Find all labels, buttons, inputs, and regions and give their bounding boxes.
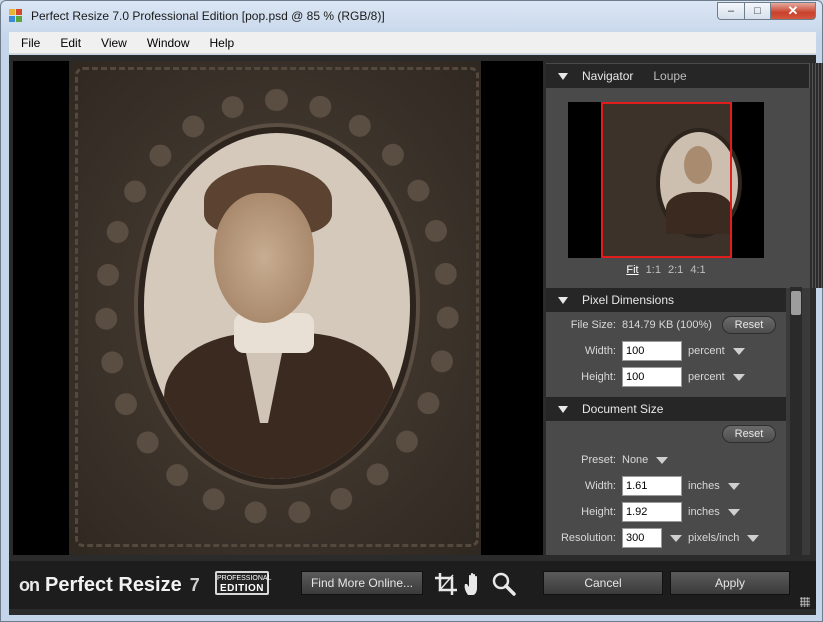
zoom-2-1[interactable]: 2:1 xyxy=(668,264,683,276)
resolution-input[interactable]: 300 xyxy=(622,528,662,548)
close-button[interactable]: ✕ xyxy=(770,2,816,20)
settings-panels: Pixel Dimensions File Size: 814.79 KB (1… xyxy=(546,287,786,555)
chevron-down-icon[interactable] xyxy=(727,508,740,516)
preset-label: Preset: xyxy=(581,454,616,466)
title-bar: Perfect Resize 7.0 Professional Edition … xyxy=(1,1,822,31)
resolution-row: Resolution: 300 pixels/inch xyxy=(546,525,786,551)
resize-grip[interactable] xyxy=(800,597,810,607)
menu-file[interactable]: File xyxy=(13,36,48,50)
file-size-value: 814.79 KB (100%) xyxy=(622,319,712,331)
menu-edit[interactable]: Edit xyxy=(52,36,89,50)
pixel-height-input[interactable]: 100 xyxy=(622,367,682,387)
file-size-row: File Size: 814.79 KB (100%) Reset xyxy=(546,312,786,338)
edition-badge: PROFESSIONAL EDITION xyxy=(215,571,271,595)
navigator-panel: Fit 1:1 2:1 4:1 xyxy=(546,88,810,288)
pixel-width-label: Width: xyxy=(584,345,616,357)
product-version: 7 xyxy=(189,575,200,595)
product-name: Perfect Resize xyxy=(45,574,182,596)
window-controls: – □ ✕ xyxy=(717,2,816,21)
cancel-button[interactable]: Cancel xyxy=(543,571,663,595)
pixel-height-label: Height: xyxy=(581,371,616,383)
resolution-label: Resolution: xyxy=(560,532,616,544)
document-size-title: Document Size xyxy=(582,402,664,416)
doc-width-input[interactable]: 1.61 xyxy=(622,476,682,496)
chevron-down-icon[interactable] xyxy=(732,373,745,381)
tab-loupe[interactable]: Loupe xyxy=(653,69,686,83)
menu-help[interactable]: Help xyxy=(202,36,243,50)
app-icon xyxy=(9,9,23,22)
navigator-preview[interactable] xyxy=(568,102,764,258)
resolution-unit: pixels/inch xyxy=(688,532,740,544)
pixel-width-input[interactable]: 100 xyxy=(622,341,682,361)
window-title: Perfect Resize 7.0 Professional Edition … xyxy=(31,9,385,23)
pixel-height-unit: percent xyxy=(688,371,725,383)
hand-icon[interactable] xyxy=(461,571,487,597)
pixel-width-unit: percent xyxy=(688,345,725,357)
zoom-fit[interactable]: Fit xyxy=(626,264,638,276)
navigator-header: Navigator Loupe xyxy=(546,63,810,88)
image-canvas[interactable] xyxy=(13,61,543,555)
pixel-width-row: Width: 100 percent xyxy=(546,338,786,364)
zoom-options: Fit 1:1 2:1 4:1 xyxy=(546,264,786,276)
pixel-dimensions-header[interactable]: Pixel Dimensions xyxy=(546,287,786,312)
panel-grip xyxy=(809,63,823,288)
chevron-down-icon[interactable] xyxy=(670,534,682,542)
preset-row: Preset: None xyxy=(546,447,786,473)
doc-height-row: Height: 1.92 inches xyxy=(546,499,786,525)
product-logo: on Perfect Resize 7 xyxy=(19,574,200,597)
pixel-dimensions-title: Pixel Dimensions xyxy=(582,293,675,307)
doc-width-unit: inches xyxy=(688,480,720,492)
collapse-triangle-icon[interactable] xyxy=(558,72,568,80)
zoom-4-1[interactable]: 4:1 xyxy=(690,264,705,276)
pixel-reset-button[interactable]: Reset xyxy=(722,316,776,334)
onone-logo: on xyxy=(19,575,40,595)
scrollbar-thumb[interactable] xyxy=(791,291,801,315)
chevron-down-icon[interactable] xyxy=(747,534,760,542)
chevron-down-icon[interactable] xyxy=(656,456,669,464)
menu-bar: File Edit View Window Help xyxy=(9,32,816,54)
crop-icon[interactable] xyxy=(433,571,459,597)
menu-window[interactable]: Window xyxy=(139,36,198,50)
photo-preview xyxy=(69,61,481,555)
doc-width-label: Width: xyxy=(584,480,616,492)
collapse-triangle-icon[interactable] xyxy=(558,296,568,304)
zoom-1-1[interactable]: 1:1 xyxy=(646,264,661,276)
portrait-oval xyxy=(144,133,410,479)
app-area: Navigator Loupe Fit 1:1 2:1 4:1 Pixel Di… xyxy=(9,55,823,615)
file-size-label: File Size: xyxy=(570,319,616,331)
side-panel: Navigator Loupe Fit 1:1 2:1 4:1 Pixel Di… xyxy=(546,63,823,555)
document-reset-row: Reset xyxy=(546,421,786,447)
collapse-triangle-icon[interactable] xyxy=(558,405,568,413)
doc-height-label: Height: xyxy=(581,506,616,518)
doc-height-unit: inches xyxy=(688,506,720,518)
settings-scroll-area: Pixel Dimensions File Size: 814.79 KB (1… xyxy=(546,287,810,555)
doc-height-input[interactable]: 1.92 xyxy=(622,502,682,522)
doc-width-row: Width: 1.61 inches xyxy=(546,473,786,499)
pixel-height-row: Height: 100 percent xyxy=(546,364,786,390)
maximize-button[interactable]: □ xyxy=(744,2,770,20)
bottom-bar: on Perfect Resize 7 PROFESSIONAL EDITION… xyxy=(9,561,816,609)
zoom-icon[interactable] xyxy=(491,571,517,597)
menu-view[interactable]: View xyxy=(93,36,135,50)
document-size-header[interactable]: Document Size xyxy=(546,396,786,421)
apply-button[interactable]: Apply xyxy=(670,571,790,595)
minimize-button[interactable]: – xyxy=(717,2,744,20)
find-more-online-button[interactable]: Find More Online... xyxy=(301,571,423,595)
chevron-down-icon[interactable] xyxy=(732,347,745,355)
chevron-down-icon[interactable] xyxy=(727,482,740,490)
document-reset-button[interactable]: Reset xyxy=(722,425,776,443)
navigator-view-rect[interactable] xyxy=(601,102,732,258)
settings-scrollbar[interactable] xyxy=(790,287,802,555)
app-window: Perfect Resize 7.0 Professional Edition … xyxy=(0,0,823,622)
preset-value[interactable]: None xyxy=(622,454,648,466)
tab-navigator[interactable]: Navigator xyxy=(582,69,633,83)
